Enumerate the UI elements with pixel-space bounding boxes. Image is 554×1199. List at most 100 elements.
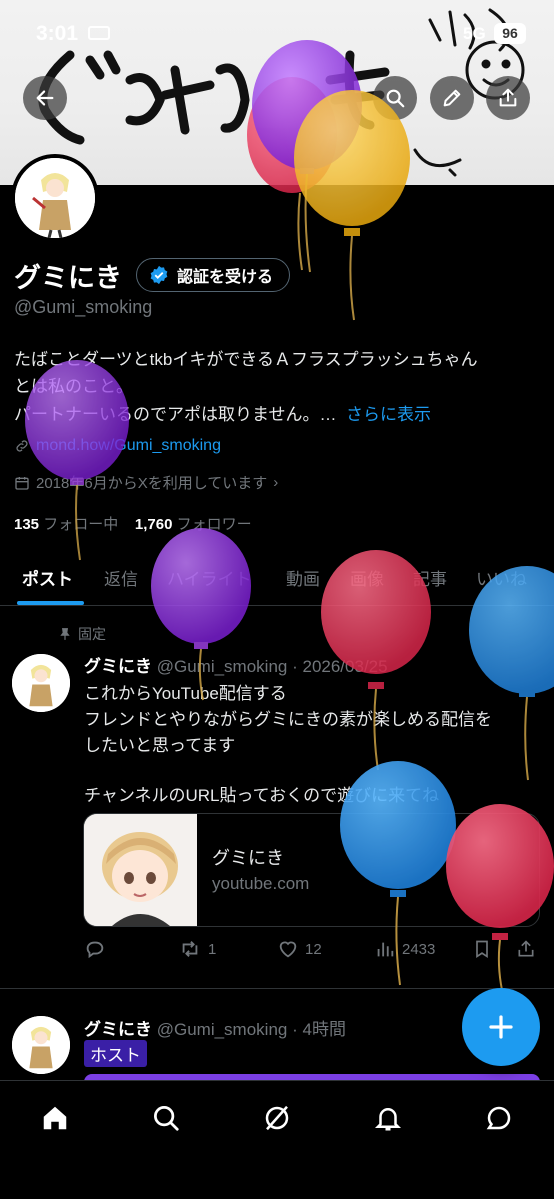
profile-tabs: ポスト 返信 ハイライト 動画 画像 記事 いいね	[0, 552, 554, 606]
get-verified-label: 認証を受ける	[177, 269, 274, 286]
display-name: グミにき	[14, 263, 122, 293]
card-domain: youtube.com	[212, 874, 310, 893]
website-link[interactable]: mond.how/Gumi_smoking	[14, 437, 221, 455]
share-icon	[499, 88, 517, 107]
battery-indicator: 96	[494, 23, 526, 44]
post-text-line: これからYouTube配信する	[84, 684, 287, 703]
tab-likes[interactable]: いいね	[476, 565, 527, 590]
bell-icon	[374, 1108, 402, 1131]
pinned-label: 固定	[78, 626, 106, 642]
card-title: グミにき	[212, 848, 284, 868]
views-button[interactable]: 2433	[374, 938, 435, 960]
search-icon	[154, 1106, 179, 1131]
bio-line: パートナーいるのでアポは取りません。… さらに表示	[14, 400, 431, 425]
verified-badge-icon	[150, 265, 168, 285]
tab-articles[interactable]: 記事	[413, 565, 447, 590]
nav-grok[interactable]	[260, 1101, 294, 1135]
pinned-indicator: 固定	[58, 624, 106, 644]
post-header: グミにき @Gumi_smoking · 4時間	[84, 1015, 346, 1040]
reply-icon	[86, 941, 104, 959]
link-preview-card[interactable]: グミにき youtube.com	[83, 813, 540, 927]
home-icon	[43, 1106, 67, 1130]
card-thumbnail	[84, 814, 197, 926]
post-divider	[0, 988, 554, 989]
link-icon	[16, 440, 28, 452]
following-label: フォロー中	[43, 516, 119, 533]
show-more-link[interactable]: さらに表示	[346, 405, 431, 424]
profile-avatar[interactable]	[11, 154, 99, 242]
avatar-illustration	[12, 1016, 70, 1074]
avatar-illustration	[12, 654, 70, 712]
nav-notifications[interactable]	[371, 1101, 405, 1135]
chevron-right-icon: ›	[273, 474, 279, 491]
reply-button[interactable]	[84, 938, 106, 960]
views-icon	[377, 942, 394, 957]
nav-search[interactable]	[149, 1101, 183, 1135]
website-text[interactable]: mond.how/Gumi_smoking	[36, 437, 221, 455]
back-button[interactable]	[23, 76, 67, 120]
compose-button[interactable]	[462, 988, 540, 1066]
share-icon	[518, 940, 534, 957]
following-count: 135	[14, 516, 40, 533]
post-author-handle: @Gumi_smoking	[156, 1020, 288, 1039]
calendar-icon	[15, 476, 29, 490]
post-header: グミにき @Gumi_smoking · 2026/03/25	[84, 652, 388, 677]
bookmark-icon	[476, 940, 488, 959]
repost-button[interactable]: 1	[178, 938, 216, 960]
view-count: 2433	[402, 940, 436, 958]
get-verified-button[interactable]: 認証を受ける	[136, 258, 291, 292]
active-tab-indicator	[17, 601, 84, 605]
joined-text: 2018年6月からXを利用しています	[36, 475, 268, 492]
pencil-icon	[443, 89, 461, 107]
bookmark-button[interactable]	[472, 938, 492, 960]
card-thumbnail-illustration	[84, 814, 197, 926]
like-count: 12	[305, 940, 322, 958]
joined-date[interactable]: 2018年6月からXを利用しています ›	[14, 472, 278, 493]
followers-stat[interactable]: 1,760 フォロワー	[135, 516, 252, 533]
repost-count: 1	[208, 940, 217, 958]
edit-button[interactable]	[430, 76, 474, 120]
followers-count: 1,760	[134, 516, 173, 533]
sleep-mode-icon	[88, 26, 110, 40]
profile-handle: @Gumi_smoking	[14, 297, 153, 317]
share-button[interactable]	[486, 76, 530, 120]
tab-posts[interactable]: ポスト	[22, 565, 73, 590]
post-author-avatar[interactable]	[12, 654, 70, 712]
host-badge: ホスト	[84, 1040, 147, 1067]
network-label: 5G	[463, 24, 486, 43]
post-text-line: したいと思ってます	[84, 736, 236, 755]
tab-images[interactable]: 画像	[350, 565, 384, 590]
status-time: 3:01	[36, 22, 79, 45]
following-stat[interactable]: 135 フォロー中	[14, 516, 118, 533]
like-button[interactable]: 12	[277, 938, 322, 960]
follow-stats: 135 フォロー中 1,760 フォロワー	[14, 513, 252, 534]
search-button[interactable]	[373, 76, 417, 120]
bio-line: とは私のこと。	[14, 377, 133, 396]
bio-line-text: パートナーいるのでアポは取りません。…	[14, 405, 337, 424]
bottom-navigation	[0, 1080, 554, 1199]
share-post-button[interactable]	[516, 938, 536, 960]
post-text-line: チャンネルのURL貼っておくので遊びに来てね	[84, 786, 440, 805]
post-author-handle: @Gumi_smoking	[156, 657, 288, 676]
pin-icon	[60, 628, 70, 640]
grok-icon	[265, 1105, 289, 1131]
post-author-name[interactable]: グミにき	[84, 1020, 152, 1039]
post-date: · 2026/03/25	[292, 657, 388, 676]
avatar-illustration	[15, 158, 95, 238]
post-text-line: フレンドとやりながらグミにきの素が楽しめる配信を	[84, 710, 492, 729]
heart-icon	[279, 941, 297, 958]
search-icon	[386, 89, 405, 108]
post-author-avatar[interactable]	[12, 1016, 70, 1074]
nav-messages[interactable]	[482, 1101, 516, 1135]
repost-icon	[182, 941, 198, 957]
tab-replies[interactable]: 返信	[104, 565, 138, 590]
back-arrow-icon	[36, 90, 54, 106]
tab-videos[interactable]: 動画	[286, 565, 320, 590]
post-author-name[interactable]: グミにき	[84, 657, 152, 676]
followers-label: フォロワー	[176, 516, 252, 533]
messages-icon	[486, 1106, 511, 1130]
post-time: · 4時間	[292, 1020, 346, 1039]
tab-highlights[interactable]: ハイライト	[167, 565, 252, 590]
plus-icon	[489, 1015, 513, 1039]
nav-home[interactable]	[38, 1101, 72, 1135]
